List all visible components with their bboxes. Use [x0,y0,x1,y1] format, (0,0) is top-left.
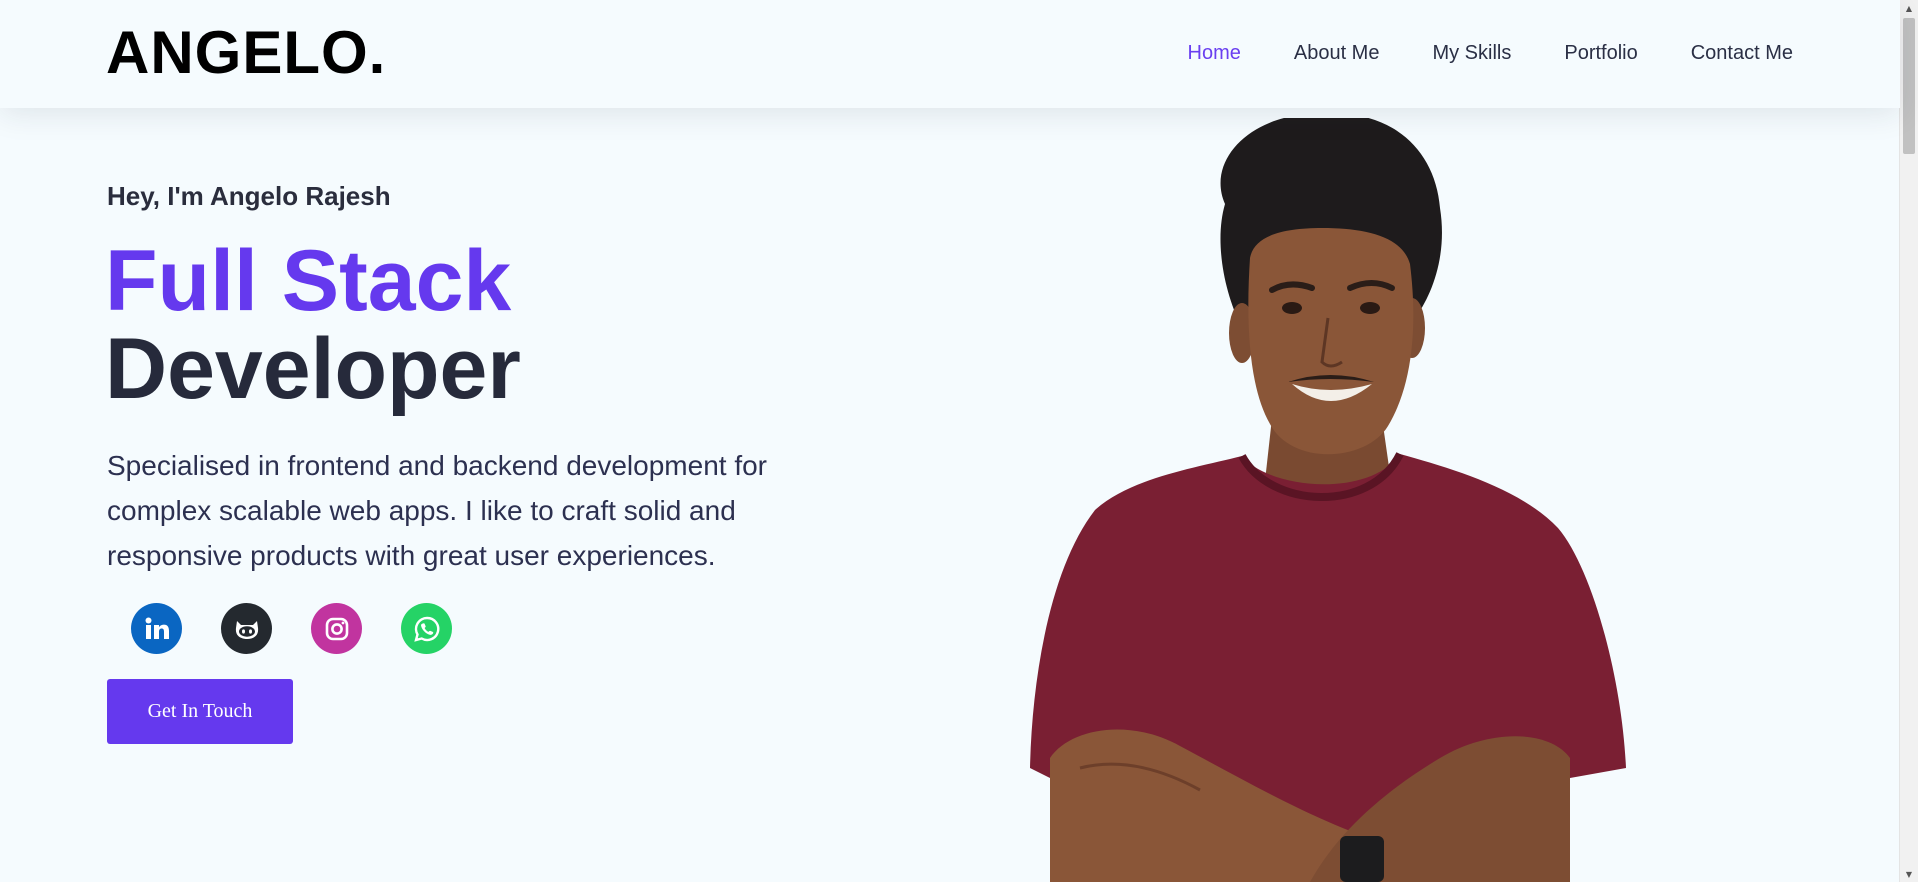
instagram-icon [325,617,348,640]
site-header: ANGELO. Home About Me My Skills Portfoli… [0,0,1900,108]
social-links [131,603,491,654]
main-nav: Home About Me My Skills Portfolio Contac… [1135,40,1794,66]
scroll-up-arrow-icon[interactable]: ▲ [1900,0,1918,16]
scrollbar[interactable]: ▲ ▼ [1899,0,1918,882]
hero-title: Full Stack Developer [105,237,521,413]
nav-contact-me[interactable]: Contact Me [1691,40,1793,66]
profile-photo [1030,118,1626,882]
linkedin-icon [145,617,169,639]
whatsapp-link[interactable] [401,603,452,654]
github-icon [235,620,258,639]
linkedin-link[interactable] [131,603,182,654]
hero-title-accent: Full Stack [105,233,512,329]
nav-my-skills[interactable]: My Skills [1432,40,1511,66]
get-in-touch-button[interactable]: Get In Touch [107,679,293,744]
whatsapp-icon [413,616,439,642]
nav-portfolio[interactable]: Portfolio [1564,40,1637,66]
logo[interactable]: ANGELO. [106,18,386,88]
page: ANGELO. Home About Me My Skills Portfoli… [0,0,1918,882]
scrollbar-thumb[interactable] [1903,18,1915,154]
scroll-down-arrow-icon[interactable]: ▼ [1900,866,1918,882]
nav-home[interactable]: Home [1188,40,1241,66]
hero-description: Specialised in frontend and backend deve… [107,450,767,571]
hero-title-main: Developer [105,321,521,417]
nav-about-me[interactable]: About Me [1294,40,1380,66]
github-link[interactable] [221,603,272,654]
hero-greeting: Hey, I'm Angelo Rajesh [107,181,391,211]
instagram-link[interactable] [311,603,362,654]
